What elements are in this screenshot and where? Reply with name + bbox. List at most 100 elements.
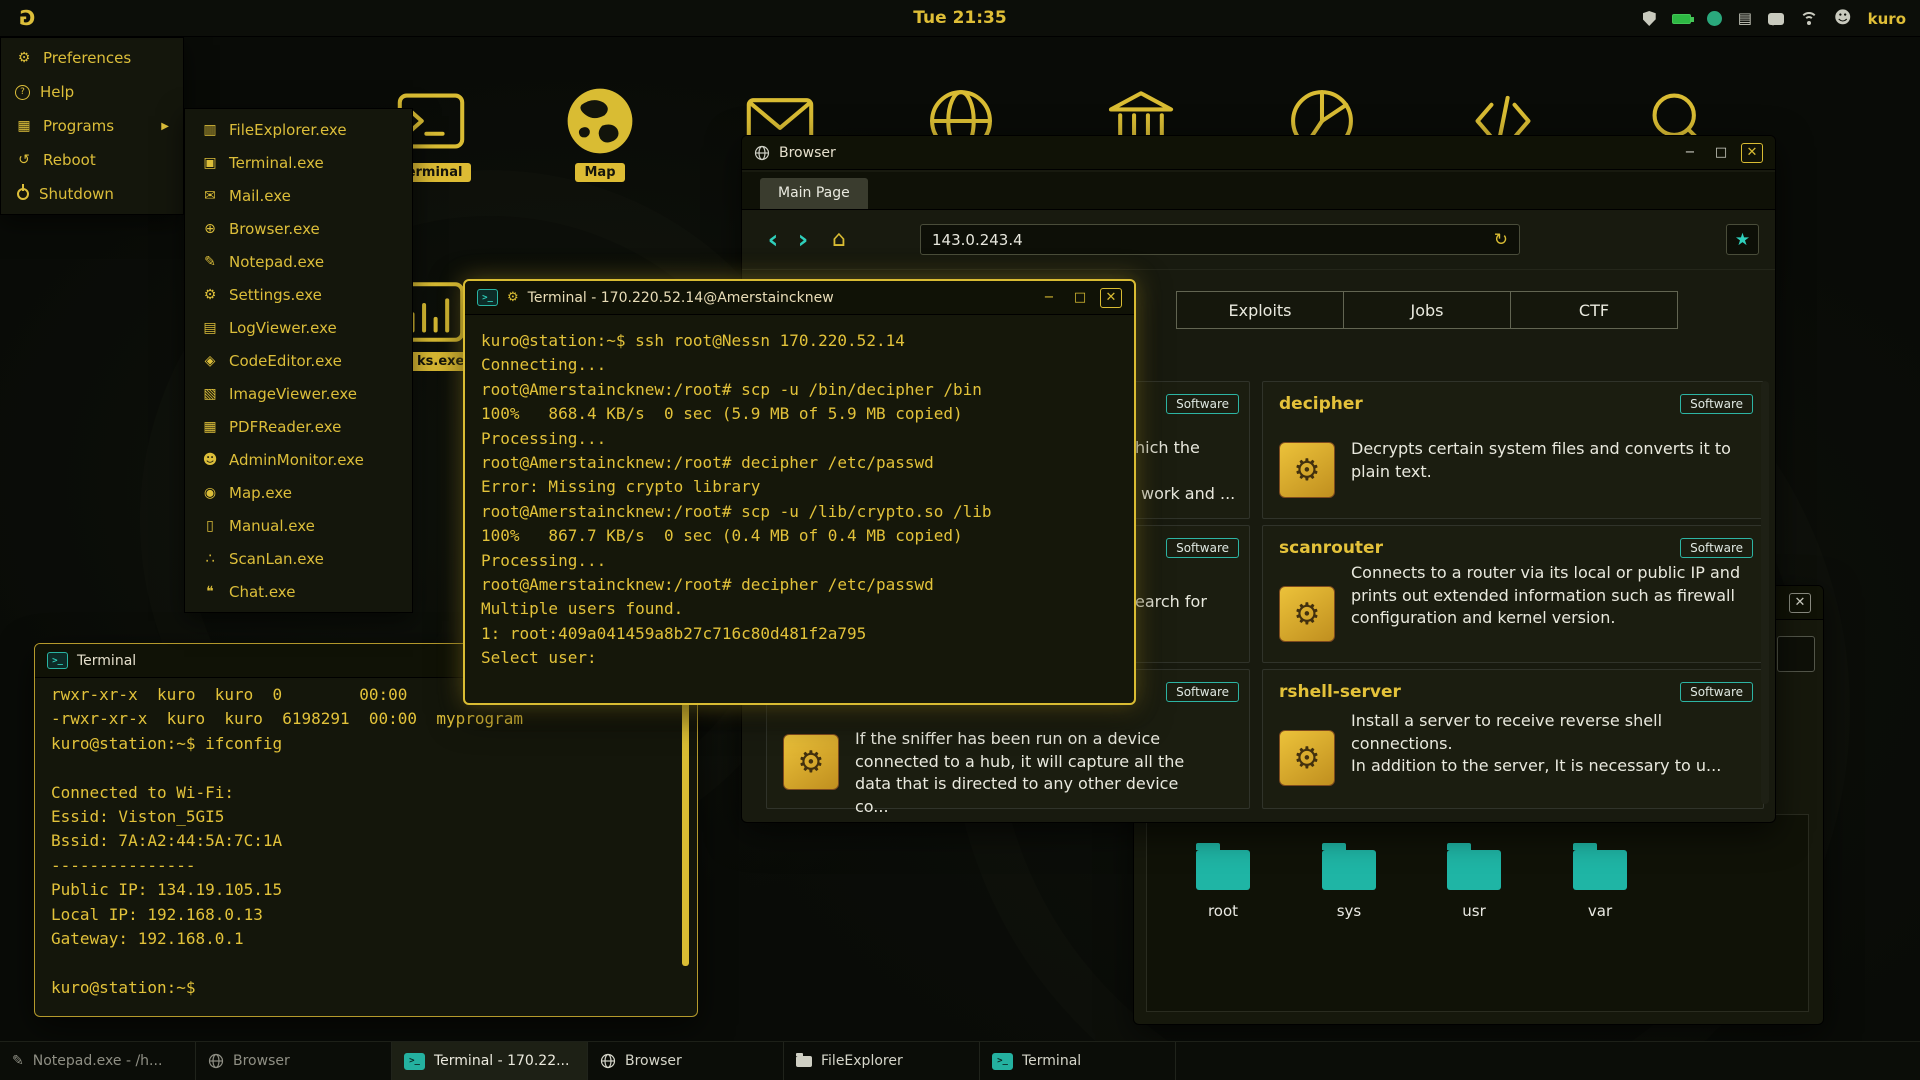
submenu-arrow-icon: ▶	[161, 121, 169, 132]
software-card-scanrouter[interactable]: scanrouter Software ⚙ Connects to a rout…	[1262, 525, 1764, 663]
software-card-decipher[interactable]: decipher Software ⚙ Decrypts certain sys…	[1262, 381, 1764, 519]
maximize-button[interactable]: □	[1069, 288, 1091, 308]
card-title: decipher	[1279, 394, 1363, 414]
menu-label: Help	[40, 83, 74, 101]
terminal-icon: >_	[992, 1053, 1013, 1070]
taskbar-label: Browser	[233, 1053, 290, 1069]
menu-item-logviewer[interactable]: ▤LogViewer.exe	[185, 311, 412, 344]
username: kuro	[1868, 10, 1906, 28]
menu-label: Mail.exe	[229, 187, 291, 205]
minimize-button[interactable]: −	[1679, 143, 1701, 163]
software-badge: Software	[1680, 538, 1753, 558]
bookmark-button[interactable]: ★	[1726, 224, 1759, 255]
home-button[interactable]: ⌂	[824, 225, 854, 255]
browser-tabstrip: Main Page	[742, 172, 1775, 210]
maximize-button[interactable]: □	[1710, 143, 1732, 163]
card-description: If the sniffer has been run on a device …	[855, 728, 1187, 819]
menu-item-programs[interactable]: ▦ Programs ▶	[1, 109, 183, 143]
terminal-line: root@Amerstaincknew:/root# scp -u /bin/d…	[481, 378, 1118, 402]
gear-glyph: ⚙	[1294, 741, 1321, 776]
menu-item-preferences[interactable]: ⚙ Preferences	[1, 41, 183, 75]
programs-submenu: ▥FileExplorer.exe ▣Terminal.exe ✉Mail.ex…	[184, 108, 413, 613]
menu-label: CodeEditor.exe	[229, 352, 342, 370]
taskbar-item-browser-1[interactable]: Browser	[196, 1042, 392, 1080]
menu-item-imageviewer[interactable]: ▧ImageViewer.exe	[185, 377, 412, 410]
terminal-line: 1: root:409a041459a8b27c716c80d481f2a795	[481, 622, 1118, 646]
app-icon: ▯	[201, 518, 219, 534]
start-menu: ⚙ Preferences ? Help ▦ Programs ▶ ↺ Rebo…	[0, 37, 184, 215]
taskbar-label: Notepad.exe - /h...	[33, 1053, 163, 1069]
tab-exploits[interactable]: Exploits	[1176, 291, 1344, 329]
taskbar-item-notepad[interactable]: ✎ Notepad.exe - /h...	[0, 1042, 196, 1080]
menu-item-shutdown[interactable]: Shutdown	[1, 177, 183, 211]
app-icon: ⊕	[201, 221, 219, 237]
folder-item[interactable]: sys	[1306, 843, 1392, 920]
folder-name: usr	[1431, 902, 1517, 920]
taskbar-item-browser-2[interactable]: Browser	[588, 1042, 784, 1080]
menu-item-adminmonitor[interactable]: ☻AdminMonitor.exe	[185, 443, 412, 476]
gear-glyph: ⚙	[1294, 597, 1321, 632]
menu-item-chat[interactable]: ❝Chat.exe	[185, 575, 412, 608]
globe-icon	[754, 145, 770, 161]
folder-item[interactable]: var	[1557, 843, 1643, 920]
taskbar-item-fileexplorer[interactable]: FileExplorer	[784, 1042, 980, 1080]
tab-jobs[interactable]: Jobs	[1343, 291, 1511, 329]
browser-scrollbar[interactable]	[1761, 381, 1769, 804]
close-button[interactable]: ✕	[1741, 143, 1763, 163]
browser-navrow: ‹ › ⌂ 143.0.243.4 ↻ ★	[742, 210, 1775, 270]
site-nav-tabs: Exploits Jobs CTF	[1177, 291, 1678, 329]
chat-icon	[1768, 13, 1784, 25]
close-button[interactable]: ✕	[1100, 288, 1122, 308]
toolbar-button[interactable]	[1777, 636, 1815, 672]
tab-ctf[interactable]: CTF	[1510, 291, 1678, 329]
app-icon: ∴	[201, 551, 219, 567]
terminal-line: 100% 867.7 KB/s 0 sec (0.4 MB of 0.4 MB …	[481, 524, 1118, 548]
terminal-output[interactable]: rwxr-xr-x kuro kuro 0 00:00 -rwxr-xr-x k…	[35, 678, 697, 1014]
terminal-output[interactable]: kuro@station:~$ ssh root@Nessn 170.220.5…	[465, 315, 1134, 685]
folder-name: var	[1557, 902, 1643, 920]
menu-item-map[interactable]: ◉Map.exe	[185, 476, 412, 509]
reload-icon[interactable]: ↻	[1494, 230, 1508, 250]
terminal-line: Error: Missing crypto library	[481, 475, 1118, 499]
terminal-line: Essid: Viston_5GI5	[51, 805, 681, 829]
os-logo-icon[interactable]	[14, 5, 40, 31]
menu-item-fileexplorer[interactable]: ▥FileExplorer.exe	[185, 113, 412, 146]
menu-item-scanlan[interactable]: ∴ScanLan.exe	[185, 542, 412, 575]
terminal-titlebar[interactable]: >_ ⚙ Terminal - 170.220.52.14@Amerstainc…	[465, 281, 1134, 315]
menu-item-terminal[interactable]: ▣Terminal.exe	[185, 146, 412, 179]
terminal-line: ---------------	[51, 854, 681, 878]
minimize-button[interactable]: −	[1038, 288, 1060, 308]
folder-item[interactable]: root	[1180, 843, 1266, 920]
menu-label: Browser.exe	[229, 220, 320, 238]
gear-icon: ⚙	[1279, 442, 1335, 498]
folder-name: sys	[1306, 902, 1392, 920]
back-button[interactable]: ‹	[758, 225, 788, 255]
url-bar[interactable]: 143.0.243.4 ↻	[920, 224, 1520, 255]
forward-button[interactable]: ›	[788, 225, 818, 255]
menu-item-manual[interactable]: ▯Manual.exe	[185, 509, 412, 542]
app-icon: ▧	[201, 386, 219, 402]
desktop-icon-map[interactable]: Map	[555, 84, 645, 182]
menu-item-help[interactable]: ? Help	[1, 75, 183, 109]
card-text-fragment: earch for	[1135, 592, 1207, 611]
folder-icon	[796, 1056, 812, 1067]
menu-item-pdfreader[interactable]: ▦PDFReader.exe	[185, 410, 412, 443]
terminal-line: root@Amerstaincknew:/root# scp -u /lib/c…	[481, 500, 1118, 524]
folder-item[interactable]: usr	[1431, 843, 1517, 920]
taskbar-item-terminal-local[interactable]: >_ Terminal	[980, 1042, 1176, 1080]
menu-item-browser[interactable]: ⊕ Browser.exe	[185, 212, 412, 245]
menu-item-notepad[interactable]: ✎Notepad.exe	[185, 245, 412, 278]
globe-icon	[208, 1053, 224, 1069]
software-card-rshell-server[interactable]: rshell-server Software ⚙ Install a serve…	[1262, 669, 1764, 809]
scrollbar-thumb[interactable]	[682, 688, 689, 966]
browser-titlebar[interactable]: Browser − □ ✕	[742, 136, 1775, 170]
terminal-line: Processing...	[481, 549, 1118, 573]
tab-main-page[interactable]: Main Page	[760, 178, 868, 209]
close-button[interactable]: ✕	[1789, 593, 1811, 613]
taskbar-item-terminal-remote[interactable]: >_ Terminal - 170.22...	[392, 1042, 588, 1080]
menu-item-reboot[interactable]: ↺ Reboot	[1, 143, 183, 177]
menu-item-mail[interactable]: ✉Mail.exe	[185, 179, 412, 212]
menu-item-codeeditor[interactable]: ◈CodeEditor.exe	[185, 344, 412, 377]
menu-item-settings[interactable]: ⚙Settings.exe	[185, 278, 412, 311]
menu-label: Preferences	[43, 49, 131, 67]
